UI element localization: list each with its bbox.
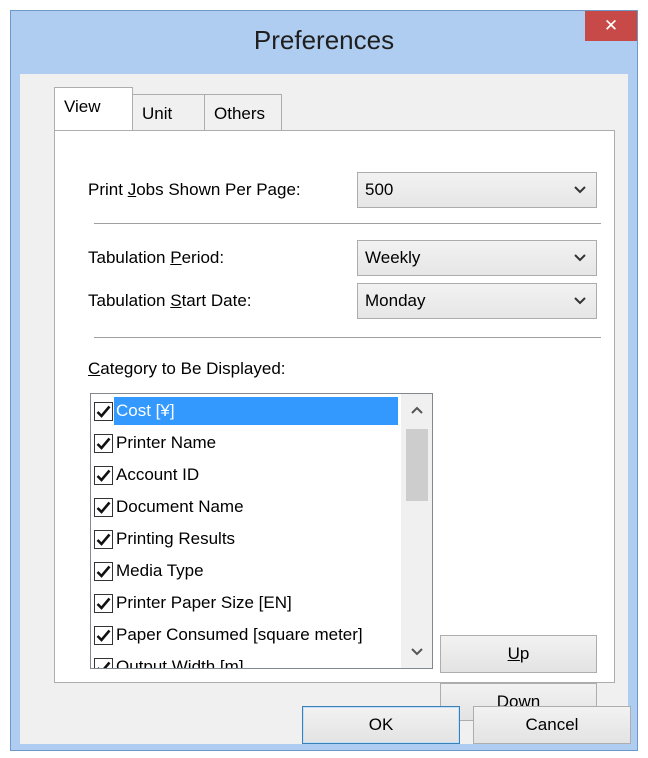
print-jobs-dropdown[interactable]: 500 (357, 172, 597, 208)
tabulation-period-label: Tabulation Period: (88, 248, 225, 267)
chevron-down-icon (410, 643, 423, 661)
list-item-label: Account ID (116, 465, 200, 484)
move-up-label: Up (507, 644, 530, 663)
checkbox[interactable] (94, 529, 113, 549)
list-item[interactable]: Output Width [m] (94, 652, 398, 669)
checkbox[interactable] (94, 561, 113, 581)
list-item-label: Paper Consumed [square meter] (116, 625, 363, 644)
window-title: Preferences (253, 25, 395, 55)
cancel-label: Cancel (525, 715, 579, 734)
tabulation-period-dropdown[interactable]: Weekly (357, 240, 597, 276)
move-up-button[interactable]: Up (440, 635, 597, 673)
tab-view[interactable]: View (54, 87, 133, 130)
chevron-up-icon (410, 401, 423, 419)
list-item-label: Document Name (116, 497, 244, 516)
scroll-thumb[interactable] (406, 429, 428, 501)
separator-1 (94, 223, 601, 225)
cancel-button[interactable]: Cancel (473, 706, 631, 744)
tab-unit-label: Unit (142, 104, 173, 123)
view-tab-panel: Print Jobs Shown Per Page: 500 Tabulatio… (54, 130, 615, 721)
chevron-down-icon (573, 284, 587, 318)
checkbox[interactable] (94, 625, 113, 645)
chevron-down-icon (573, 241, 587, 275)
ok-label: OK (368, 715, 394, 734)
preferences-window: Preferences ✕ View Unit Others Print Job… (10, 10, 638, 751)
close-button[interactable]: ✕ (585, 11, 637, 41)
separator-2 (94, 337, 601, 339)
tabulation-start-date-label: Tabulation Start Date: (88, 291, 252, 310)
tab-others-label: Others (214, 104, 266, 123)
list-item[interactable]: Document Name (94, 492, 398, 522)
title-bar[interactable]: Preferences ✕ (11, 11, 637, 75)
list-item[interactable]: Printing Results (94, 524, 398, 554)
list-item-label: Printer Name (116, 433, 217, 452)
checkbox[interactable] (94, 433, 113, 453)
checkbox[interactable] (94, 497, 113, 517)
list-item-label: Output Width [m] (116, 657, 244, 669)
close-icon: ✕ (603, 16, 619, 35)
category-label: Category to Be Displayed: (88, 359, 286, 378)
checkbox[interactable] (94, 401, 113, 421)
dialog-client-area: View Unit Others Print Jobs Shown Per Pa… (20, 74, 631, 744)
checkbox[interactable] (94, 593, 113, 613)
ok-button[interactable]: OK (302, 706, 460, 744)
tab-others[interactable]: Others (204, 94, 282, 130)
list-item[interactable]: Paper Consumed [square meter] (94, 620, 398, 650)
list-item-label: Cost [¥] (114, 397, 398, 425)
list-item-label: Media Type (116, 561, 204, 580)
chevron-down-icon (573, 173, 587, 207)
list-item[interactable]: Cost [¥] (94, 396, 398, 426)
list-item[interactable]: Printer Name (94, 428, 398, 458)
scroll-down-button[interactable] (401, 638, 432, 666)
print-jobs-value: 500 (365, 180, 394, 199)
tab-view-label: View (64, 97, 101, 116)
print-jobs-label: Print Jobs Shown Per Page: (88, 180, 301, 199)
category-listbox[interactable]: Cost [¥] Printer Name Account ID Documen… (90, 393, 433, 669)
checkbox[interactable] (94, 657, 113, 668)
list-item[interactable]: Printer Paper Size [EN] (94, 588, 398, 618)
list-scrollbar[interactable] (401, 394, 432, 668)
tab-unit[interactable]: Unit (132, 94, 205, 130)
checkbox[interactable] (94, 465, 113, 485)
list-item[interactable]: Account ID (94, 460, 398, 490)
tabulation-start-date-dropdown[interactable]: Monday (357, 283, 597, 319)
tabulation-start-date-value: Monday (365, 291, 426, 310)
list-item-label: Printing Results (116, 529, 236, 548)
tabulation-period-value: Weekly (365, 248, 421, 267)
list-item[interactable]: Media Type (94, 556, 398, 586)
scroll-up-button[interactable] (401, 396, 432, 424)
list-item-label: Printer Paper Size [EN] (116, 593, 292, 612)
